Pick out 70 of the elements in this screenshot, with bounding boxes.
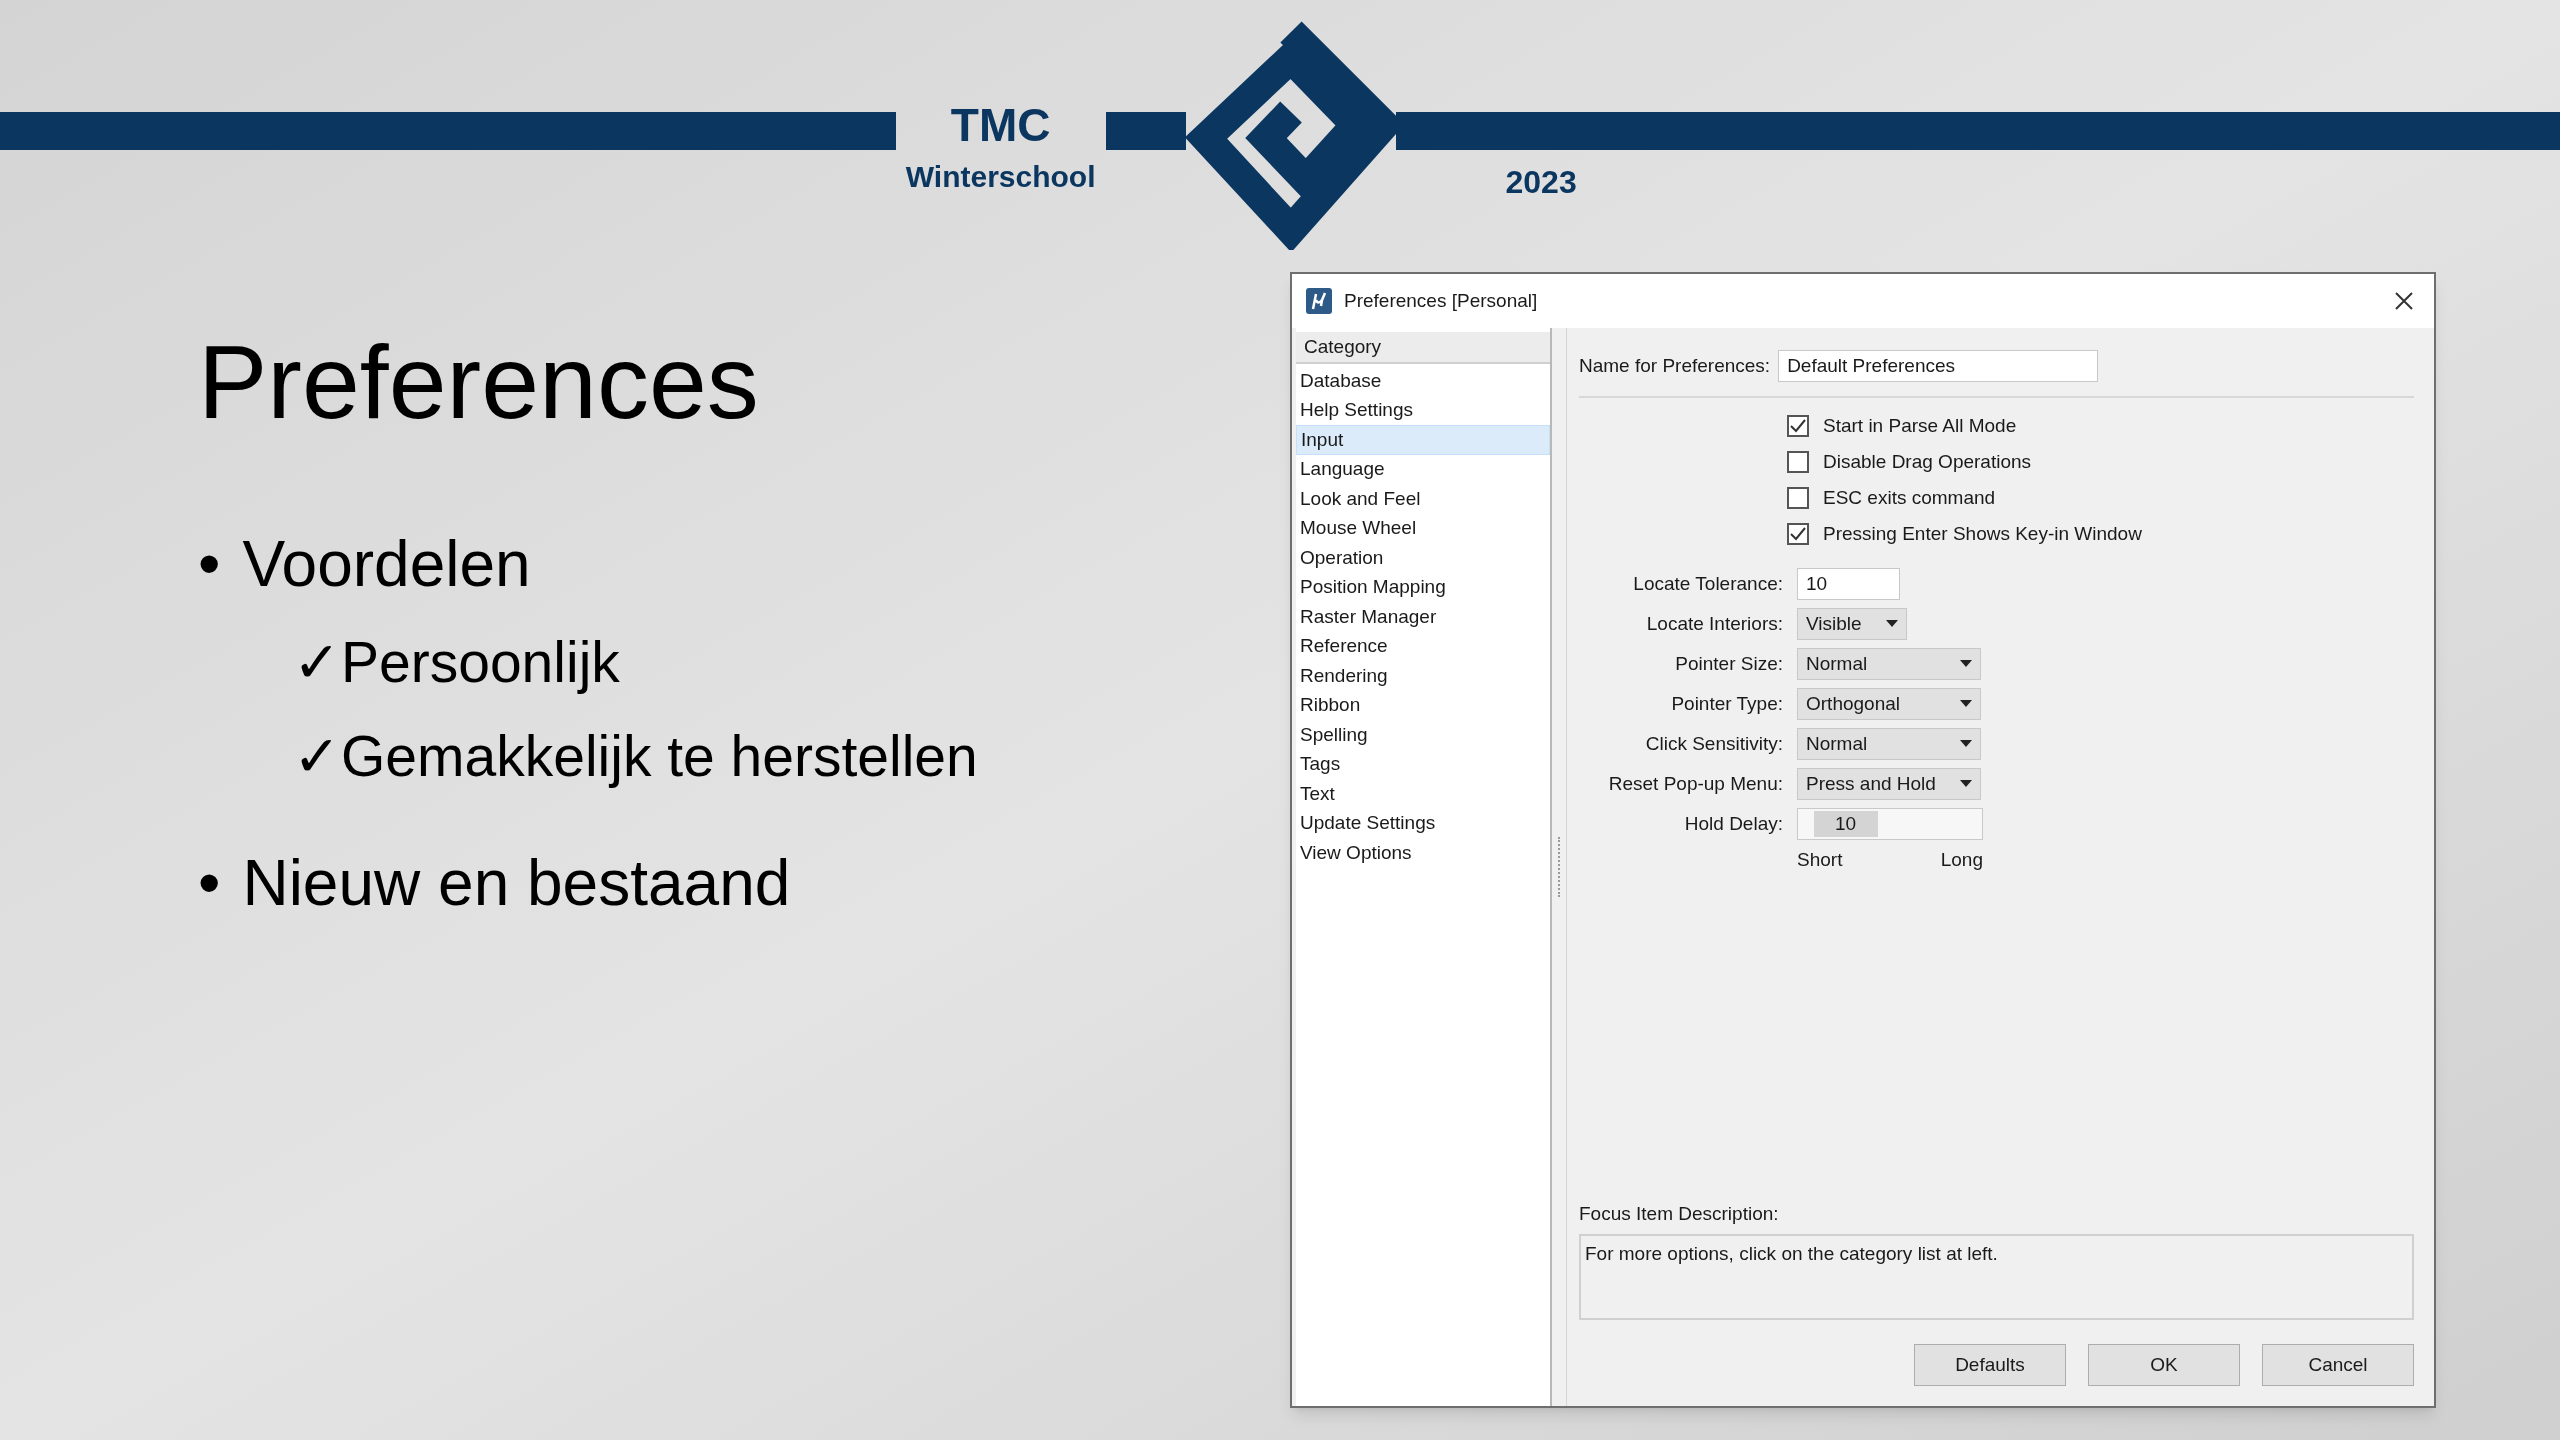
checkbox[interactable] — [1787, 487, 1809, 509]
checkbox-label: ESC exits command — [1823, 485, 1996, 510]
bullet-text: Gemakkelijk te herstellen — [341, 722, 978, 790]
dropdown[interactable]: Normal — [1797, 648, 1981, 680]
category-item[interactable]: Input — [1296, 425, 1550, 455]
field-label: Click Sensitivity: — [1644, 731, 1783, 756]
category-item[interactable]: Mouse Wheel — [1296, 513, 1550, 543]
dropdown[interactable]: Normal — [1797, 728, 1981, 760]
field-label: Pointer Type: — [1670, 691, 1783, 716]
category-item[interactable]: Update Settings — [1296, 808, 1550, 838]
brand-subtitle: Winterschool — [905, 159, 1096, 195]
check-marker: ✓ — [293, 722, 341, 790]
caret-icon — [1886, 620, 1898, 628]
bullet-marker: • — [198, 527, 221, 602]
field-label: Locate Tolerance: — [1632, 571, 1783, 596]
field-label: Name for Preferences: — [1579, 353, 1771, 378]
description-box: For more options, click on the category list at left. — [1579, 1234, 2414, 1320]
category-item[interactable]: Database — [1296, 366, 1550, 396]
slider-max-label: Long — [1940, 848, 1983, 872]
checkbox-label: Pressing Enter Shows Key-in Window — [1823, 521, 2142, 546]
category-item[interactable]: Language — [1296, 454, 1550, 484]
caret-icon — [1960, 740, 1972, 748]
input-field[interactable]: Default Preferences — [1778, 350, 2099, 382]
bullet-text: Voordelen — [242, 527, 531, 602]
category-item[interactable]: Operation — [1296, 543, 1550, 573]
checkbox[interactable] — [1787, 523, 1809, 545]
category-item[interactable]: Text — [1296, 779, 1550, 809]
dropdown[interactable]: Orthogonal — [1797, 688, 1981, 720]
dialog-button[interactable]: Cancel — [2262, 1344, 2414, 1386]
list-header: Category — [1296, 332, 1550, 364]
category-item[interactable]: Ribbon — [1296, 690, 1550, 720]
category-item[interactable]: Spelling — [1296, 720, 1550, 750]
checkbox-label: Start in Parse All Mode — [1823, 413, 2017, 438]
dropdown[interactable]: Visible — [1797, 608, 1907, 640]
diamond-logo-icon — [1185, 20, 1396, 250]
category-item[interactable]: Raster Manager — [1296, 602, 1550, 632]
caret-icon — [1960, 700, 1972, 708]
slider-thumb[interactable]: 10 — [1813, 811, 1878, 837]
slide-title: Preferences — [198, 330, 760, 434]
field-label: Hold Delay: — [1683, 811, 1783, 836]
checkbox[interactable] — [1787, 451, 1809, 473]
bullet-text: Persoonlijk — [341, 629, 620, 696]
bullet-marker: • — [198, 846, 221, 921]
description-label: Focus Item Description: — [1579, 1201, 1780, 1226]
dropdown[interactable]: Press and Hold — [1797, 768, 1981, 800]
window-title: Preferences [Personal] — [1344, 288, 1538, 313]
bullet-text: Nieuw en bestaand — [242, 846, 791, 921]
dialog-button[interactable]: OK — [2088, 1344, 2240, 1386]
brand-title: TMC — [950, 102, 1051, 148]
caret-icon — [1960, 780, 1972, 788]
input-field[interactable]: 10 — [1797, 568, 1900, 600]
dialog-button[interactable]: Defaults — [1914, 1344, 2066, 1386]
caret-icon — [1960, 660, 1972, 668]
category-item[interactable]: View Options — [1296, 838, 1550, 868]
close-icon[interactable] — [2394, 291, 2414, 311]
field-label: Reset Pop-up Menu: — [1607, 771, 1783, 796]
category-item[interactable]: Position Mapping — [1296, 572, 1550, 602]
field-label: Pointer Size: — [1674, 651, 1783, 676]
checkbox[interactable] — [1787, 415, 1809, 437]
check-marker: ✓ — [293, 629, 341, 696]
category-item[interactable]: Reference — [1296, 631, 1550, 661]
category-item[interactable]: Tags — [1296, 749, 1550, 779]
checkbox-label: Disable Drag Operations — [1823, 449, 2032, 474]
field-label: Locate Interiors: — [1645, 611, 1783, 636]
slider-min-label: Short — [1797, 848, 1843, 872]
year-label: 2023 — [1505, 163, 1578, 202]
category-item[interactable]: Look and Feel — [1296, 484, 1550, 514]
category-item[interactable]: Rendering — [1296, 661, 1550, 691]
category-item[interactable]: Help Settings — [1296, 395, 1550, 425]
app-logo-icon — [1306, 288, 1332, 314]
